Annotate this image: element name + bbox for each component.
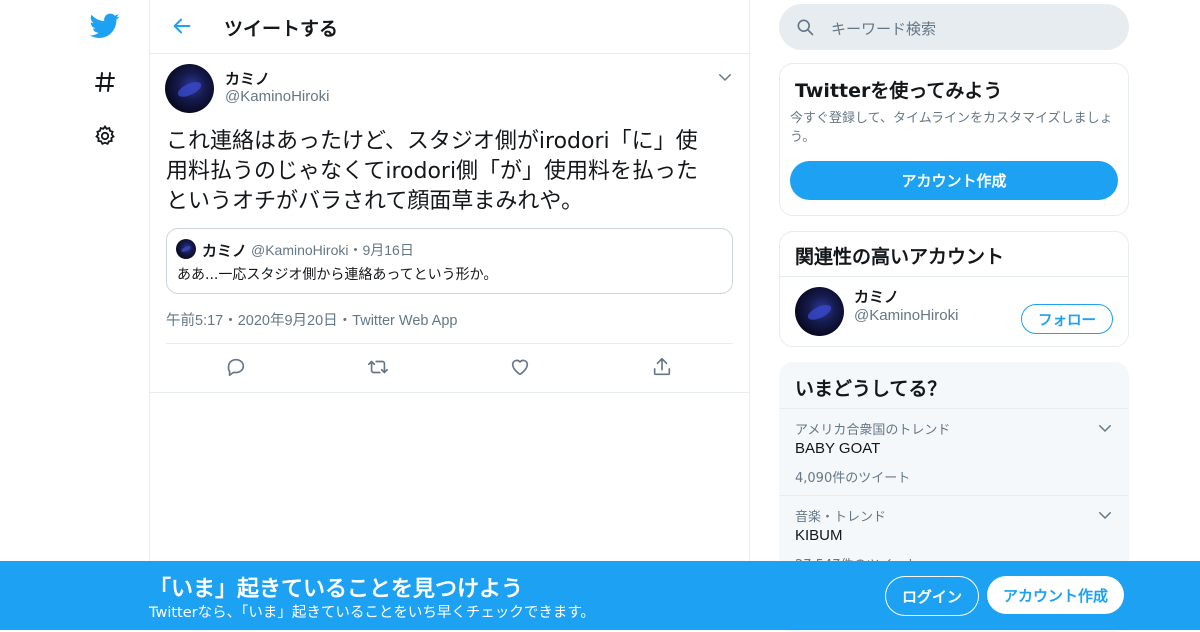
related-accounts-card: 関連性の高いアカウント カミノ @KaminoHiroki フォロー <box>779 231 1129 347</box>
banner-subtitle: Twitterなら、「いま」起きていることをいち早くチェックできます。 <box>149 605 595 621</box>
left-nav <box>0 0 150 630</box>
tweet-actions <box>166 343 733 393</box>
quote-text: ああ...一応スタジオ側から連絡あってという形か。 <box>177 267 498 283</box>
signup-card-description: 今すぐ登録して、タイムラインをカスタマイズしましょ う。 <box>790 109 1113 147</box>
description-line: う。 <box>790 130 816 145</box>
create-account-button[interactable]: アカウント作成 <box>790 161 1118 200</box>
chevron-down-icon[interactable] <box>1096 419 1114 437</box>
signup-card: Twitterを使ってみよう 今すぐ登録して、タイムラインをカスタマイズしましょ… <box>779 63 1129 216</box>
trend-count: 4,090件のツイート <box>795 471 911 486</box>
search-icon <box>795 17 815 41</box>
share-icon[interactable] <box>649 354 675 380</box>
twitter-bird-icon[interactable] <box>88 9 122 43</box>
trend-context: 音楽・トレンド <box>795 510 887 525</box>
login-button[interactable]: ログイン <box>885 576 979 616</box>
search-input[interactable]: キーワード検索 <box>779 4 1129 50</box>
main-header: ツイートする <box>150 0 749 54</box>
tweet-author-name[interactable]: カミノ <box>225 68 270 89</box>
tweet-author-avatar[interactable] <box>165 64 214 113</box>
like-icon[interactable] <box>507 354 533 380</box>
tweet-text-line: というオチがバラされて顔面草まみれや。 <box>166 189 584 214</box>
reply-icon[interactable] <box>223 354 249 380</box>
page-title: ツイートする <box>224 18 339 40</box>
trend-context: アメリカ合衆国のトレンド <box>795 423 951 438</box>
gear-icon[interactable] <box>88 119 122 153</box>
back-arrow-icon[interactable] <box>168 12 196 40</box>
search-placeholder: キーワード検索 <box>831 20 937 38</box>
follow-button[interactable]: フォロー <box>1021 304 1113 334</box>
trend-name: BABY GOAT <box>795 440 881 457</box>
hashtag-icon[interactable] <box>88 65 122 99</box>
tweet-text-line: これ連絡はあったけど、スタジオ側がirodori「に」使 <box>166 129 698 154</box>
main-column: ツイートする カミノ @KaminoHiroki これ連絡はあったけど、スタジオ… <box>149 0 750 630</box>
divider <box>150 392 749 393</box>
trends-title: いまどうしてる？ <box>795 378 947 400</box>
banner-create-account-button[interactable]: アカウント作成 <box>987 576 1124 614</box>
signup-card-title: Twitterを使ってみよう <box>795 80 1003 102</box>
description-line: 今すぐ登録して、タイムラインをカスタマイズしましょ <box>790 111 1113 126</box>
trend-item[interactable]: アメリカ合衆国のトレンド BABY GOAT 4,090件のツイート <box>780 408 1128 495</box>
tweet-text-line: 用料払うのじゃなくてirodori側「が」使用料を払った <box>166 159 699 184</box>
tweet-author-handle[interactable]: @KaminoHiroki <box>225 88 329 105</box>
tweet-text: これ連絡はあったけど、スタジオ側がirodori「に」使 用料払うのじゃなくてi… <box>166 127 736 217</box>
retweet-icon[interactable] <box>365 354 391 380</box>
related-name[interactable]: カミノ <box>854 286 899 307</box>
quote-author-avatar <box>176 239 196 259</box>
tweet-timestamp[interactable]: 午前5:17・2020年9月20日・Twitter Web App <box>166 309 457 330</box>
quoted-tweet[interactable] <box>166 228 733 294</box>
signup-banner: 「いま」起きていることを見つけよう Twitterなら、「いま」起きていることを… <box>0 561 1200 630</box>
related-handle[interactable]: @KaminoHiroki <box>854 307 958 324</box>
quote-author-name: カミノ <box>202 242 248 260</box>
related-card-title: 関連性の高いアカウント <box>795 246 1005 268</box>
chevron-down-icon[interactable] <box>1096 506 1114 524</box>
chevron-down-icon[interactable] <box>716 68 734 86</box>
quote-meta: @KaminoHiroki・9月16日 <box>251 242 414 258</box>
banner-title: 「いま」起きていることを見つけよう <box>149 577 524 602</box>
trend-name: KIBUM <box>795 527 843 544</box>
related-account-row[interactable]: カミノ @KaminoHiroki フォロー <box>780 276 1128 347</box>
related-avatar[interactable] <box>795 287 844 336</box>
